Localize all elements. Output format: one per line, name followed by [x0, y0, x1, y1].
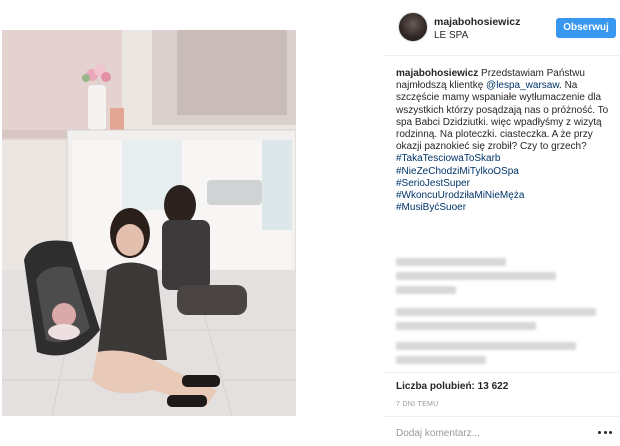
dot [598, 430, 601, 434]
post-side-panel: majabohosiewicz LE SPA Obserwuj majaboho… [384, 0, 620, 446]
instagram-post: majabohosiewicz LE SPA Obserwuj majaboho… [0, 0, 620, 446]
caption-username[interactable]: majabohosiewicz [396, 68, 478, 79]
blurred-comment [396, 322, 536, 330]
likes-count[interactable]: Liczba polubień: 13 622 [396, 381, 508, 392]
avatar[interactable] [398, 12, 428, 42]
blurred-comment [396, 258, 506, 266]
dot [603, 430, 607, 434]
blurred-comment [396, 342, 576, 350]
photo-illustration [2, 30, 296, 416]
location-link[interactable]: LE SPA [434, 30, 468, 41]
blurred-comment [396, 286, 456, 294]
comment-input[interactable] [396, 426, 586, 440]
comment-divider [384, 416, 620, 417]
dot [609, 430, 612, 434]
header-divider [384, 55, 620, 56]
hashtag-link[interactable]: #MusiByćSuoer [396, 202, 611, 214]
mention-link[interactable]: @lespa_warsaw [486, 80, 559, 91]
hashtag-link[interactable]: #TakaTesciowaToSkarb [396, 153, 611, 165]
likes-divider [384, 372, 620, 373]
hashtag-link[interactable]: #WkoncuUrodziłaMiNieMęża [396, 190, 611, 202]
post-photo[interactable] [2, 30, 296, 416]
blurred-comment [396, 272, 556, 280]
username-link[interactable]: majabohosiewicz [434, 16, 520, 28]
more-options-icon[interactable] [598, 429, 612, 435]
blurred-comment [396, 356, 486, 364]
post-header: majabohosiewicz LE SPA Obserwuj [384, 8, 620, 48]
post-caption: majabohosiewicz Przedstawiam Państwu naj… [396, 68, 611, 214]
post-timestamp: 7 DNI TEMU [396, 401, 439, 408]
hashtag-link[interactable]: #NieZeChodziMiTylkoOSpa [396, 166, 611, 178]
blurred-comment [396, 308, 596, 316]
follow-button[interactable]: Obserwuj [556, 18, 616, 38]
hashtag-link[interactable]: #SerioJestSuper [396, 178, 611, 190]
